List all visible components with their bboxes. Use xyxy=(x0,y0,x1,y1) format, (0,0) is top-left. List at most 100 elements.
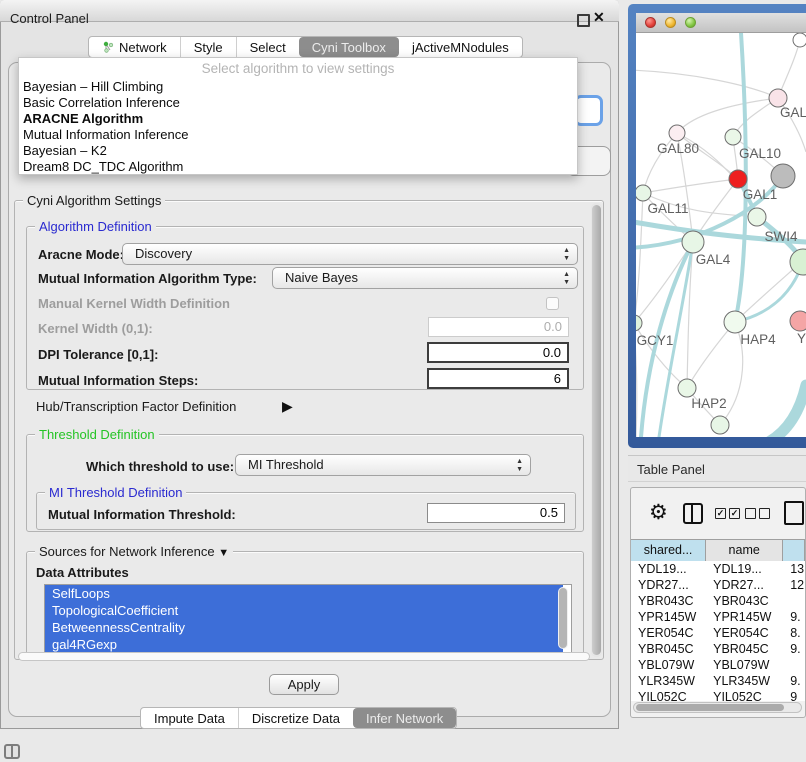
tab-jactivemnodules[interactable]: jActiveMNodules xyxy=(399,37,522,57)
table-row[interactable]: YLR345WYLR345W9. xyxy=(631,673,805,689)
attribute-item-betweennesscentrality[interactable]: BetweennessCentrality xyxy=(45,619,563,636)
table-row[interactable]: YIL052CYIL052C9 xyxy=(631,689,805,701)
which-threshold-combo[interactable]: MI Threshold ▲▼ xyxy=(235,454,531,476)
network-edge[interactable] xyxy=(643,179,738,193)
close-traffic-light-icon[interactable] xyxy=(645,17,656,28)
algorithm-option-bayesian-hill-climbing[interactable]: Bayesian – Hill Climbing xyxy=(19,79,577,95)
network-node-gcy1[interactable] xyxy=(636,315,642,331)
apply-button[interactable]: Apply xyxy=(269,674,339,695)
settings-horizontal-scrollbar[interactable] xyxy=(18,652,590,661)
algorithm-option-bayesian-k2[interactable]: Bayesian – K2 xyxy=(19,143,577,159)
threshold-definition-title: Threshold Definition xyxy=(35,427,159,442)
settings-scrollbar-thumb[interactable] xyxy=(592,205,601,655)
network-canvas[interactable]: GALGAL80GAL10GAL1GAL11SWI4GAL4GCY1HAP4YH… xyxy=(636,33,806,437)
column-header-2[interactable] xyxy=(783,540,805,562)
column-header-shared[interactable]: shared... xyxy=(631,540,706,562)
network-node-gal1[interactable] xyxy=(729,170,747,188)
table-row[interactable]: YPR145WYPR145W9. xyxy=(631,609,805,625)
table-row[interactable]: YER054CYER054C8. xyxy=(631,625,805,641)
attribute-item-topologicalcoefficient[interactable]: TopologicalCoefficient xyxy=(45,602,563,619)
checked-checkbox-icon[interactable]: ✓ xyxy=(729,508,740,519)
algorithm-option-basic-correlation-inference[interactable]: Basic Correlation Inference xyxy=(19,95,577,111)
tab-cyni-toolbox[interactable]: Cyni Toolbox xyxy=(299,37,399,57)
network-node-label: GAL xyxy=(780,105,806,120)
dpi-tolerance-field[interactable]: 0.0 xyxy=(427,342,569,363)
sources-group-title: Sources for Network Inference ▼ xyxy=(35,544,233,561)
unchecked-checkbox-icon[interactable] xyxy=(745,508,756,519)
network-edge[interactable] xyxy=(687,322,735,388)
algorithm-option-mutual-information-inference[interactable]: Mutual Information Inference xyxy=(19,127,577,143)
close-icon[interactable]: ✕ xyxy=(593,9,605,26)
checked-checkbox-icon[interactable]: ✓ xyxy=(715,508,726,519)
table-row[interactable]: YDR27...YDR27...12 xyxy=(631,577,805,593)
mi-threshold-field[interactable]: 0.5 xyxy=(427,503,565,523)
settings-vertical-scrollbar[interactable] xyxy=(591,203,602,657)
tab-label: Select xyxy=(250,40,286,55)
gear-icon[interactable]: ⚙ xyxy=(649,500,668,525)
network-edge[interactable] xyxy=(735,265,798,322)
manual-kernel-checkbox[interactable] xyxy=(546,297,559,310)
network-edge-highlighted[interactable] xyxy=(755,385,806,437)
settings-group-title: Cyni Algorithm Settings xyxy=(23,193,165,208)
minimize-traffic-light-icon[interactable] xyxy=(665,17,676,28)
aracne-mode-value: Discovery xyxy=(135,246,192,261)
data-attributes-list[interactable]: SelfLoopsTopologicalCoefficientBetweenne… xyxy=(44,584,572,654)
network-node-gal11[interactable] xyxy=(636,185,651,201)
table-scrollbar-thumb[interactable] xyxy=(636,704,784,711)
network-node-gal10[interactable] xyxy=(725,129,741,145)
kernel-width-label: Kernel Width (0,1): xyxy=(38,321,153,336)
table-row[interactable]: YBL079WYBL079W xyxy=(631,657,805,673)
tab-select[interactable]: Select xyxy=(236,37,299,57)
table-horizontal-scrollbar[interactable] xyxy=(633,702,802,713)
network-node-hap4[interactable] xyxy=(724,311,746,333)
network-node-label: Y xyxy=(797,331,806,346)
focused-combo-fragment[interactable] xyxy=(574,95,603,126)
collapse-arrow-icon[interactable]: ▼ xyxy=(218,546,229,561)
tab-style[interactable]: Style xyxy=(180,37,236,57)
network-node-hap2[interactable] xyxy=(678,379,696,397)
aracne-mode-combo[interactable]: Discovery ▲▼ xyxy=(122,243,578,265)
attribute-item-selfloops[interactable]: SelfLoops xyxy=(45,585,563,602)
network-node-y[interactable] xyxy=(790,311,806,331)
control-panel-titlebar[interactable] xyxy=(0,0,619,22)
attributes-scrollbar[interactable] xyxy=(558,587,568,649)
network-window-titlebar[interactable] xyxy=(636,13,806,33)
network-node[interactable] xyxy=(790,249,806,275)
bottom-tab-discretize-data[interactable]: Discretize Data xyxy=(238,708,353,728)
attributes-scrollbar-thumb[interactable] xyxy=(559,588,567,648)
algorithm-option-dream8-dc-tdc-algorithm[interactable]: Dream8 DC_TDC Algorithm xyxy=(19,159,577,175)
columns-icon[interactable] xyxy=(683,503,703,524)
kernel-width-field[interactable]: 0.0 xyxy=(428,317,569,337)
table-row[interactable]: YBR045CYBR045C9. xyxy=(631,641,805,657)
network-node[interactable] xyxy=(771,164,795,188)
unchecked-checkbox-icon[interactable] xyxy=(759,508,770,519)
bottom-tab-impute-data[interactable]: Impute Data xyxy=(141,708,238,728)
network-node[interactable] xyxy=(793,33,806,47)
mi-type-combo[interactable]: Naive Bayes ▲▼ xyxy=(272,267,578,289)
zoom-traffic-light-icon[interactable] xyxy=(685,17,696,28)
table-rows: YDL19...YDL19...13YDR27...YDR27...12YBR0… xyxy=(631,561,805,701)
minimized-panel-icon[interactable] xyxy=(4,744,20,759)
expand-arrow-icon[interactable]: ▶ xyxy=(282,398,293,415)
table-panel-body: ⚙ ✓ ✓ shared...name YDL19...YDL19...13YD… xyxy=(630,487,806,718)
network-node-gal80[interactable] xyxy=(669,125,685,141)
table-row[interactable]: YBR043CYBR043C xyxy=(631,593,805,609)
network-edge[interactable] xyxy=(636,70,778,98)
network-edge[interactable] xyxy=(636,193,643,323)
network-node-gal4[interactable] xyxy=(682,231,704,253)
tab-network[interactable]: Network xyxy=(89,37,180,57)
bottom-tab-infer-network[interactable]: Infer Network xyxy=(353,708,456,728)
new-table-icon[interactable] xyxy=(784,501,804,525)
network-node-swi4[interactable] xyxy=(748,208,766,226)
which-threshold-label: Which threshold to use: xyxy=(86,459,234,474)
dpi-tolerance-label: DPI Tolerance [0,1]: xyxy=(38,347,158,362)
column-header-name[interactable]: name xyxy=(706,540,783,562)
network-edge[interactable] xyxy=(677,98,778,133)
table-row[interactable]: YDL19...YDL19...13 xyxy=(631,561,805,577)
attribute-item-gal4rgexp[interactable]: gal4RGexp xyxy=(45,636,563,653)
float-window-icon[interactable] xyxy=(577,14,590,27)
mi-steps-field[interactable]: 6 xyxy=(427,368,569,389)
network-node[interactable] xyxy=(711,416,729,434)
algorithm-option-aracne-algorithm[interactable]: ARACNE Algorithm xyxy=(19,111,577,127)
table-cell: YDR27... xyxy=(706,577,783,593)
